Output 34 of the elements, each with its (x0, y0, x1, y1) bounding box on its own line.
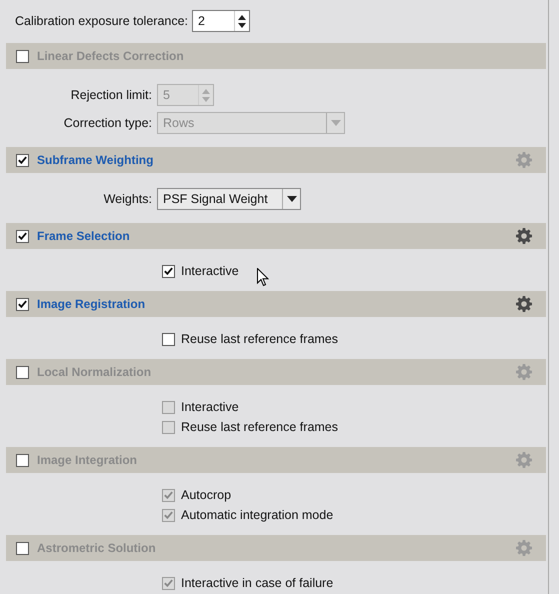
field-label: Weights: (102, 192, 153, 206)
section-header[interactable]: Subframe Weighting (6, 147, 546, 173)
section-title: Image Integration (37, 453, 138, 467)
checkbox[interactable] (162, 264, 175, 278)
checkbox[interactable] (16, 50, 29, 62)
mouse-pointer-icon (257, 268, 269, 287)
field-label: Calibration exposure tolerance: (15, 14, 188, 28)
section-header[interactable]: Image Registration (6, 291, 546, 317)
checkbox-label[interactable]: Interactive (181, 264, 239, 278)
section-header[interactable]: Frame Selection (6, 223, 546, 249)
checkbox-label[interactable]: Reuse last reference frames (181, 332, 338, 346)
checkbox[interactable] (16, 154, 29, 166)
section-title: Subframe Weighting (37, 153, 154, 167)
down-arrow-icon[interactable] (238, 22, 246, 28)
field-label: Correction type: (62, 116, 153, 130)
section-title: Local Normalization (37, 365, 152, 379)
section-title: Frame Selection (37, 229, 130, 243)
section-title: Image Registration (37, 297, 146, 311)
dropdown[interactable]: PSF Signal Weight (157, 188, 301, 210)
gear-icon[interactable] (516, 296, 532, 312)
checkbox[interactable] (162, 332, 175, 346)
spin-box[interactable]: 2 (192, 10, 250, 32)
up-arrow-icon[interactable] (238, 14, 246, 20)
checkbox[interactable] (16, 298, 29, 310)
checkbox[interactable] (16, 366, 29, 378)
checkbox[interactable] (16, 230, 29, 242)
gear-icon[interactable] (516, 228, 532, 244)
field-label: Rejection limit: (70, 88, 153, 102)
checkbox[interactable] (16, 454, 29, 466)
section-title: Astrometric Solution (37, 541, 156, 555)
checkbox[interactable] (16, 542, 29, 554)
section-title: Linear Defects Correction (37, 49, 184, 63)
caret-icon (286, 196, 296, 202)
caret-icon (330, 120, 340, 126)
